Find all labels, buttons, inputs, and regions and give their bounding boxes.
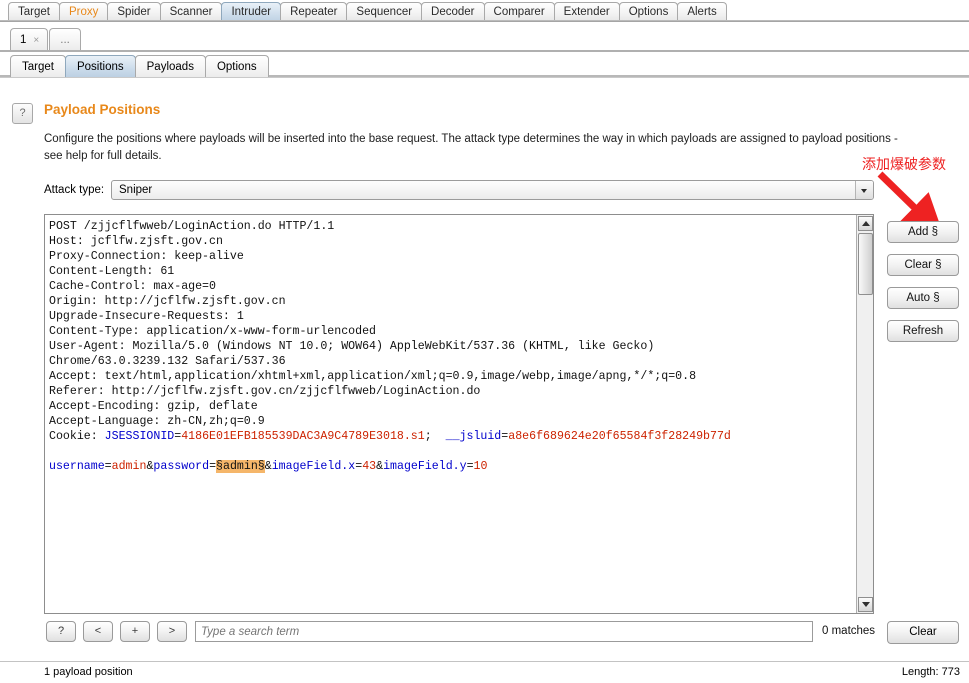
- tab-options[interactable]: Options: [618, 2, 679, 23]
- body-value-username: admin: [111, 460, 147, 473]
- search-next-button[interactable]: >: [157, 621, 187, 642]
- body-param-username: username: [49, 460, 105, 473]
- request-line-1: POST /zjjcflfwweb/LoginAction.do HTTP/1.…: [49, 220, 335, 233]
- tab-alerts[interactable]: Alerts: [677, 2, 727, 23]
- cookie-name-jsluid: __jsluid: [445, 430, 502, 443]
- tab-scanner[interactable]: Scanner: [159, 2, 223, 23]
- tab-comparer[interactable]: Comparer: [483, 2, 555, 23]
- request-text[interactable]: POST /zjjcflfwweb/LoginAction.do HTTP/1.…: [49, 219, 849, 474]
- request-cookie-line: Cookie: JSESSIONID=4186E01EFB185539DAC3A…: [49, 430, 731, 443]
- subtab-positions[interactable]: Positions: [64, 55, 136, 77]
- body-value-imagefield-x: 43: [362, 460, 377, 473]
- request-line-12: Referer: http://jcflfw.zjsft.gov.cn/zjjc…: [49, 385, 481, 398]
- subtab-target[interactable]: Target: [10, 55, 66, 77]
- request-line-3: Proxy-Connection: keep-alive: [49, 250, 244, 263]
- body-eq-2: =: [209, 460, 217, 473]
- search-add-button[interactable]: +: [120, 621, 150, 642]
- body-eq-1: =: [104, 460, 112, 473]
- clear-section-button[interactable]: Clear §: [887, 254, 959, 276]
- cookie-name-jsessionid: JSESSIONID: [104, 430, 175, 443]
- request-line-9: User-Agent: Mozilla/5.0 (Windows NT 10.0…: [49, 340, 655, 353]
- attack-tab-number: 1: [20, 34, 27, 46]
- request-line-13: Accept-Encoding: gzip, deflate: [49, 400, 258, 413]
- scroll-up-icon[interactable]: [858, 216, 873, 231]
- request-line-2: Host: jcflfw.zjsft.gov.cn: [49, 235, 223, 248]
- cookie-value-jsluid: a8e6f689624e20f65584f3f28249b77d: [508, 430, 731, 443]
- payload-position-marker[interactable]: §admin§: [216, 460, 265, 473]
- add-section-button[interactable]: Add §: [887, 221, 959, 243]
- scroll-down-icon[interactable]: [858, 597, 873, 612]
- attack-tab-1[interactable]: 1 ×: [10, 28, 49, 50]
- request-line-10: Chrome/63.0.3239.132 Safari/537.36: [49, 355, 286, 368]
- body-param-imagefield-x: imageField.x: [271, 460, 356, 473]
- attack-type-value: Sniper: [119, 184, 153, 196]
- request-line-8: Content-Type: application/x-www-form-url…: [49, 325, 376, 338]
- close-icon[interactable]: ×: [33, 35, 39, 46]
- subtab-options[interactable]: Options: [204, 55, 269, 77]
- scrollbar-thumb[interactable]: [858, 233, 873, 295]
- request-length: Length: 773: [901, 666, 960, 678]
- tab-decoder[interactable]: Decoder: [421, 2, 485, 23]
- body-param-password: password: [153, 460, 210, 473]
- tab-extender[interactable]: Extender: [553, 2, 620, 23]
- clear-search-button[interactable]: Clear: [887, 621, 959, 644]
- body-eq-4: =: [466, 460, 474, 473]
- attack-type-label: Attack type:: [44, 184, 105, 196]
- request-line-4: Content-Length: 61: [49, 265, 175, 278]
- subtab-payloads[interactable]: Payloads: [134, 55, 206, 77]
- burp-suite-window: Target Proxy Spider Scanner Intruder Repeater…: [0, 0, 969, 683]
- page-title: Payload Positions: [44, 102, 161, 117]
- search-help-button[interactable]: ?: [46, 621, 76, 642]
- body-amp-2: &: [264, 460, 272, 473]
- request-line-5: Cache-Control: max-age=0: [49, 280, 216, 293]
- body-value-imagefield-y: 10: [473, 460, 488, 473]
- editor-vertical-scrollbar[interactable]: [856, 215, 873, 613]
- request-line-7: Upgrade-Insecure-Requests: 1: [49, 310, 244, 323]
- attack-tab-bar: 1 ×...: [0, 22, 969, 52]
- request-blank-line: [49, 444, 849, 459]
- help-icon[interactable]: ?: [12, 103, 33, 124]
- tab-repeater[interactable]: Repeater: [280, 2, 348, 23]
- cookie-label: Cookie:: [49, 430, 105, 443]
- payload-position-count: 1 payload position: [44, 666, 133, 678]
- attack-type-select[interactable]: Sniper: [111, 180, 874, 200]
- chevron-down-icon[interactable]: [855, 181, 873, 199]
- tab-spider[interactable]: Spider: [107, 2, 161, 23]
- request-line-6: Origin: http://jcflfw.zjsft.gov.cn: [49, 295, 286, 308]
- cookie-value-jsessionid: 4186E01EFB185539DAC3A9C4789E3018.s1: [181, 430, 425, 443]
- tab-intruder[interactable]: Intruder: [221, 2, 282, 23]
- tab-sequencer[interactable]: Sequencer: [346, 2, 423, 23]
- body-param-imagefield-y: imageField.y: [383, 460, 467, 473]
- auto-section-button[interactable]: Auto §: [887, 287, 959, 309]
- page-description: Configure the positions where payloads w…: [44, 133, 898, 162]
- request-editor[interactable]: POST /zjjcflfwweb/LoginAction.do HTTP/1.…: [44, 214, 874, 614]
- request-body-line: username=admin&password=§admin§&imageFie…: [49, 460, 487, 473]
- main-tab-bar: Target Proxy Spider Scanner Intruder Repeater…: [0, 0, 969, 23]
- status-bar: 1 payload position Length: 773: [0, 661, 969, 683]
- annotation-text: 添加爆破参数: [862, 156, 946, 172]
- annotation-arrow-icon: [877, 171, 945, 226]
- cookie-separator: ;: [424, 430, 446, 443]
- request-line-14: Accept-Language: zh-CN,zh;q=0.9: [49, 415, 265, 428]
- attack-tab-new[interactable]: ...: [49, 28, 81, 50]
- intruder-sub-tab-bar: Target Positions Payloads Options: [0, 52, 969, 78]
- tab-proxy[interactable]: Proxy: [58, 2, 109, 23]
- request-line-11: Accept: text/html,application/xhtml+xml,…: [49, 370, 697, 383]
- tab-target[interactable]: Target: [8, 2, 60, 23]
- search-prev-button[interactable]: <: [83, 621, 113, 642]
- refresh-button[interactable]: Refresh: [887, 320, 959, 342]
- search-match-count: 0 matches: [822, 625, 876, 637]
- search-input[interactable]: [195, 621, 813, 642]
